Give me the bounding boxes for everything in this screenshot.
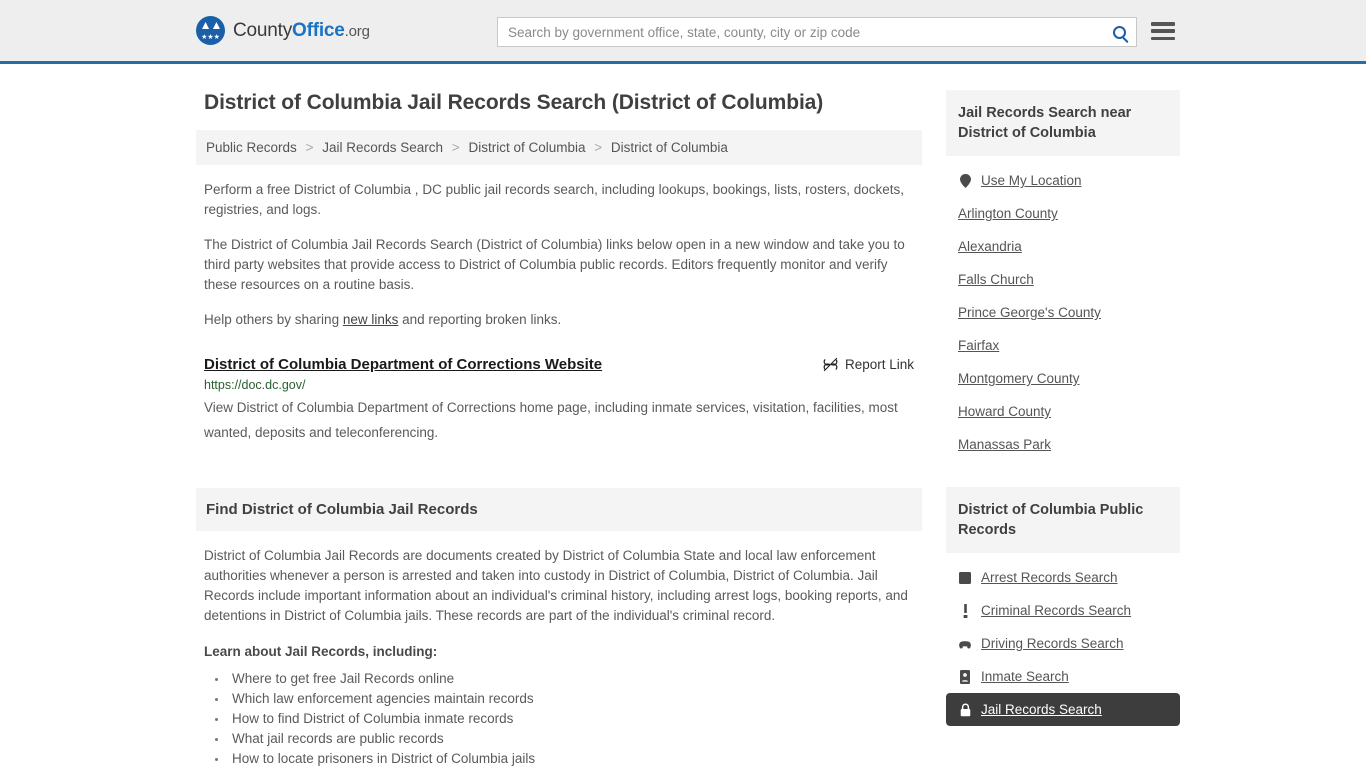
learn-heading: Learn about Jail Records, including: [204,644,438,659]
list-item: How to locate prisoners in District of C… [228,749,922,768]
sidebar-item-label: Use My Location [981,173,1082,188]
result-title-link[interactable]: District of Columbia Department of Corre… [204,356,602,373]
sidebar-item-arrest-records-search[interactable]: Arrest Records Search [946,561,1180,594]
breadcrumb-item-3[interactable]: District of Columbia [611,140,728,155]
sidebar-item-driving-records-search[interactable]: Driving Records Search [946,627,1180,660]
exclamation-icon [958,603,972,618]
report-link-label: Report Link [844,357,914,372]
main-content: District of Columbia Jail Records Search… [196,64,922,768]
list-item: How to find District of Columbia inmate … [228,709,922,729]
search-input[interactable] [498,18,1102,46]
intro-paragraph-3: Help others by sharing new links and rep… [204,310,922,330]
sidebar-item-label: Falls Church [958,272,1034,287]
sidebar-item-montgomery-county[interactable]: Montgomery County [946,362,1180,395]
result-header: District of Columbia Department of Corre… [204,356,922,373]
sidebar-item-label: Fairfax [958,338,1000,353]
brand-part2: Office [292,19,345,41]
breadcrumb-item-0[interactable]: Public Records [206,140,297,155]
sidebar-item-label: Arlington County [958,206,1058,221]
sidebar-item-fairfax[interactable]: Fairfax [946,329,1180,362]
breadcrumb-item-2[interactable]: District of Columbia [468,140,585,155]
sidebar: Jail Records Search near District of Col… [946,64,1180,752]
sidebar-item-arlington-county[interactable]: Arlington County [946,197,1180,230]
panel-nearby-searches: Jail Records Search near District of Col… [946,90,1180,461]
list-item: What jail records are public records [228,729,922,749]
search-icon [1112,25,1126,39]
lock-icon [958,702,972,717]
search-bar [497,17,1137,47]
new-links-link[interactable]: new links [343,312,399,327]
learn-list: Where to get free Jail Records online Wh… [228,669,922,768]
sidebar-item-criminal-records-search[interactable]: Criminal Records Search [946,594,1180,627]
brand-tld: .org [344,22,370,40]
site-header: ▲▲ ★★★ CountyOffice.org [0,0,1366,64]
panel-header: Jail Records Search near District of Col… [946,90,1180,156]
result-url: https://doc.dc.gov/ [204,378,306,392]
id-badge-icon [958,669,972,684]
intro-paragraph-2: The District of Columbia Jail Records Se… [204,237,905,292]
breadcrumb-separator: > [594,140,603,155]
result-item: District of Columbia Department of Corre… [204,356,922,445]
result-description: View District of Columbia Department of … [204,400,898,440]
brand-wordmark: CountyOffice.org [233,20,370,42]
sidebar-item-label: Manassas Park [958,437,1052,452]
page-body: District of Columbia Jail Records Search… [0,64,1366,768]
share-text-after: and reporting broken links. [398,312,562,327]
brand-part1: County [233,19,293,41]
search-button[interactable] [1102,18,1136,46]
breadcrumb-item-1[interactable]: Jail Records Search [322,140,443,155]
map-pin-icon [958,173,972,188]
report-link-button[interactable]: Report Link [823,357,922,372]
eagle-seal-icon: ▲▲ ★★★ [196,16,225,45]
list-item: Where to get free Jail Records online [228,669,922,689]
section-title: Find District of Columbia Jail Records [206,501,478,518]
sidebar-item-alexandria[interactable]: Alexandria [946,230,1180,263]
sidebar-item-label: Montgomery County [958,371,1080,386]
panel-header: District of Columbia Public Records [946,487,1180,553]
sidebar-item-inmate-search[interactable]: Inmate Search [946,660,1180,693]
share-text-before: Help others by sharing [204,312,343,327]
section-header-find-records: Find District of Columbia Jail Records [196,488,922,531]
sidebar-item-label: Inmate Search [981,669,1069,684]
panel-title: Jail Records Search near District of Col… [958,105,1132,141]
sidebar-item-label: Alexandria [958,239,1022,254]
sidebar-item-label: Prince George's County [958,305,1101,320]
panel-title: District of Columbia Public Records [958,502,1144,538]
page-title: District of Columbia Jail Records Search… [204,91,824,114]
sidebar-item-label: Arrest Records Search [981,570,1118,585]
fingerprint-icon [958,570,972,585]
intro-paragraph-1: Perform a free District of Columbia , DC… [204,182,905,217]
breadcrumb-separator: > [451,140,460,155]
breadcrumb: Public Records > Jail Records Search > D… [196,130,922,165]
sidebar-item-howard-county[interactable]: Howard County [946,395,1180,428]
car-icon [958,636,972,651]
hamburger-menu-icon[interactable] [1151,20,1175,42]
broken-link-icon [823,357,838,372]
section-paragraph: District of Columbia Jail Records are do… [204,548,908,623]
sidebar-item-falls-church[interactable]: Falls Church [946,263,1180,296]
breadcrumb-separator: > [305,140,314,155]
sidebar-item-use-my-location[interactable]: Use My Location [946,164,1180,197]
sidebar-item-label: Jail Records Search [981,702,1102,717]
panel-list: Arrest Records Search Criminal Records S… [946,553,1180,726]
sidebar-item-jail-records-search[interactable]: Jail Records Search [946,693,1180,726]
sidebar-item-label: Driving Records Search [981,636,1124,651]
sidebar-item-manassas-park[interactable]: Manassas Park [946,428,1180,461]
list-item: Which law enforcement agencies maintain … [228,689,922,709]
site-logo[interactable]: ▲▲ ★★★ CountyOffice.org [196,16,370,45]
sidebar-item-label: Howard County [958,404,1052,419]
sidebar-item-prince-georges-county[interactable]: Prince George's County [946,296,1180,329]
sidebar-item-label: Criminal Records Search [981,603,1132,618]
panel-public-records: District of Columbia Public Records Arre… [946,487,1180,726]
panel-list: Use My Location Arlington County Alexand… [946,156,1180,461]
